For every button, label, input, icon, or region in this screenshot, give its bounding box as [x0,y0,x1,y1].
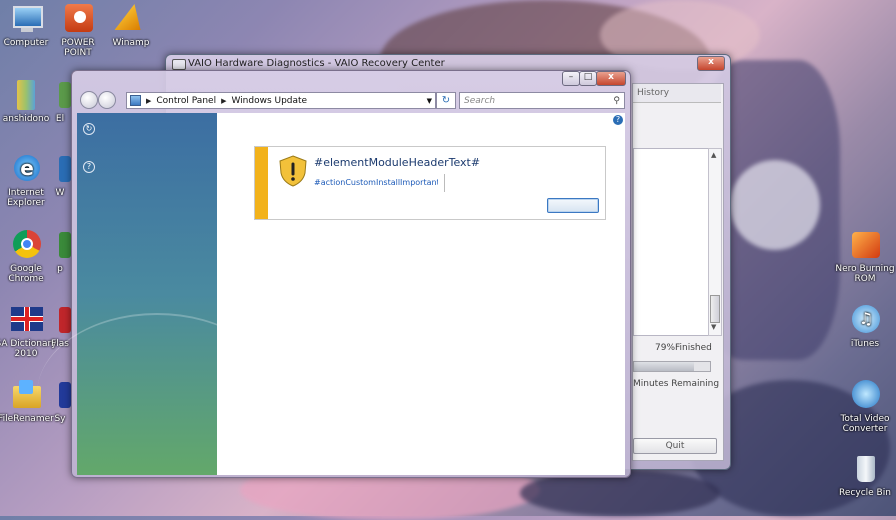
desktop-icon-recycle-bin[interactable]: Recycle Bin [834,452,896,498]
breadcrumb-separator-icon: ▶ [146,96,152,105]
internet-explorer-icon: e [9,152,43,186]
vaio-app-icon [172,59,186,70]
install-important-updates-link[interactable]: #actionCustomInstallImportantTe [314,178,438,187]
quit-button[interactable]: Quit [633,438,717,454]
winamp-icon [114,2,148,36]
progress-text: 79%Finished [655,343,712,353]
app-icon [53,78,71,112]
desktop-icon-itunes[interactable]: ♫ iTunes [834,303,896,349]
address-dropdown-icon[interactable]: ▼ [427,97,432,105]
install-updates-button[interactable] [547,198,599,213]
desktop-icon-nero[interactable]: Nero Burning ROM [834,228,896,284]
update-header-text: #elementModuleHeaderText# [314,156,481,169]
main-content: ? #elementModuleHeaderText# #actionCusto… [217,113,625,475]
progress-bar [633,361,711,372]
warning-strip [255,147,268,219]
search-input[interactable]: Search [464,96,495,106]
itunes-icon: ♫ [848,303,882,337]
divider [444,174,445,192]
desktop-icon-winamp[interactable]: Winamp [100,2,162,48]
desktop-icon-partial-1[interactable]: El [48,78,72,124]
help-icon[interactable]: ? [83,161,95,173]
help-icon[interactable]: ? [613,115,623,125]
warning-shield-icon [279,155,307,187]
nero-icon [848,228,882,262]
flash-icon [53,303,71,337]
desktop-icon-total-video-converter[interactable]: Total Video Converter [834,378,896,434]
breadcrumb-control-panel[interactable]: Control Panel [156,96,216,106]
refresh-icon[interactable]: ↻ [83,123,95,135]
tab-history[interactable]: History [633,84,721,103]
remaining-text: Minutes Remaining [633,379,720,389]
address-bar[interactable]: ▶ Control Panel ▶ Windows Update ▼ [126,92,436,109]
log-panel [633,148,709,336]
refresh-icon: ↻ [441,95,451,106]
close-button[interactable]: x [596,71,626,86]
app-icon [53,228,71,262]
video-converter-icon [848,378,882,412]
search-icon[interactable]: ⚲ [613,96,620,106]
desktop-icon-partial-3[interactable]: p [48,228,72,274]
computer-icon [9,2,43,36]
search-box[interactable]: Search ⚲ [459,92,625,109]
vaio-client-area: History ▲ ▼ 79%Finished Minutes Remainin… [632,83,724,461]
breadcrumb-separator-icon: ▶ [221,96,227,105]
app-icon [53,152,71,186]
log-scrollbar[interactable]: ▲ ▼ [708,148,722,336]
folder-icon [9,78,43,112]
powerpoint-icon [61,2,95,36]
task-sidebar: ↻ ? [37,113,277,475]
recycle-bin-icon [848,452,882,486]
progress-bar-fill [634,362,695,371]
windows-update-window[interactable]: – □ x ▶ Control Panel ▶ Windows Update ▼… [37,70,631,478]
chrome-icon [9,228,43,262]
vaio-window-title: VAIO Hardware Diagnostics - VAIO Recover… [188,58,445,69]
scroll-down-arrow-icon[interactable]: ▼ [711,323,716,331]
breadcrumb-windows-update[interactable]: Windows Update [231,96,307,106]
forward-button[interactable] [98,91,116,109]
back-button[interactable] [80,91,98,109]
control-panel-icon [130,95,141,106]
update-status-panel: #elementModuleHeaderText# #actionCustomI… [254,146,606,220]
refresh-button[interactable]: ↻ [436,92,456,109]
maximize-button[interactable]: □ [579,71,597,86]
scroll-thumb[interactable] [710,295,720,323]
uk-flag-icon [9,303,43,337]
minimize-button[interactable]: – [562,71,580,86]
scroll-up-arrow-icon[interactable]: ▲ [711,151,716,159]
desktop-icon-partial-2[interactable]: W [48,152,72,198]
vaio-close-button[interactable]: x [697,56,725,71]
